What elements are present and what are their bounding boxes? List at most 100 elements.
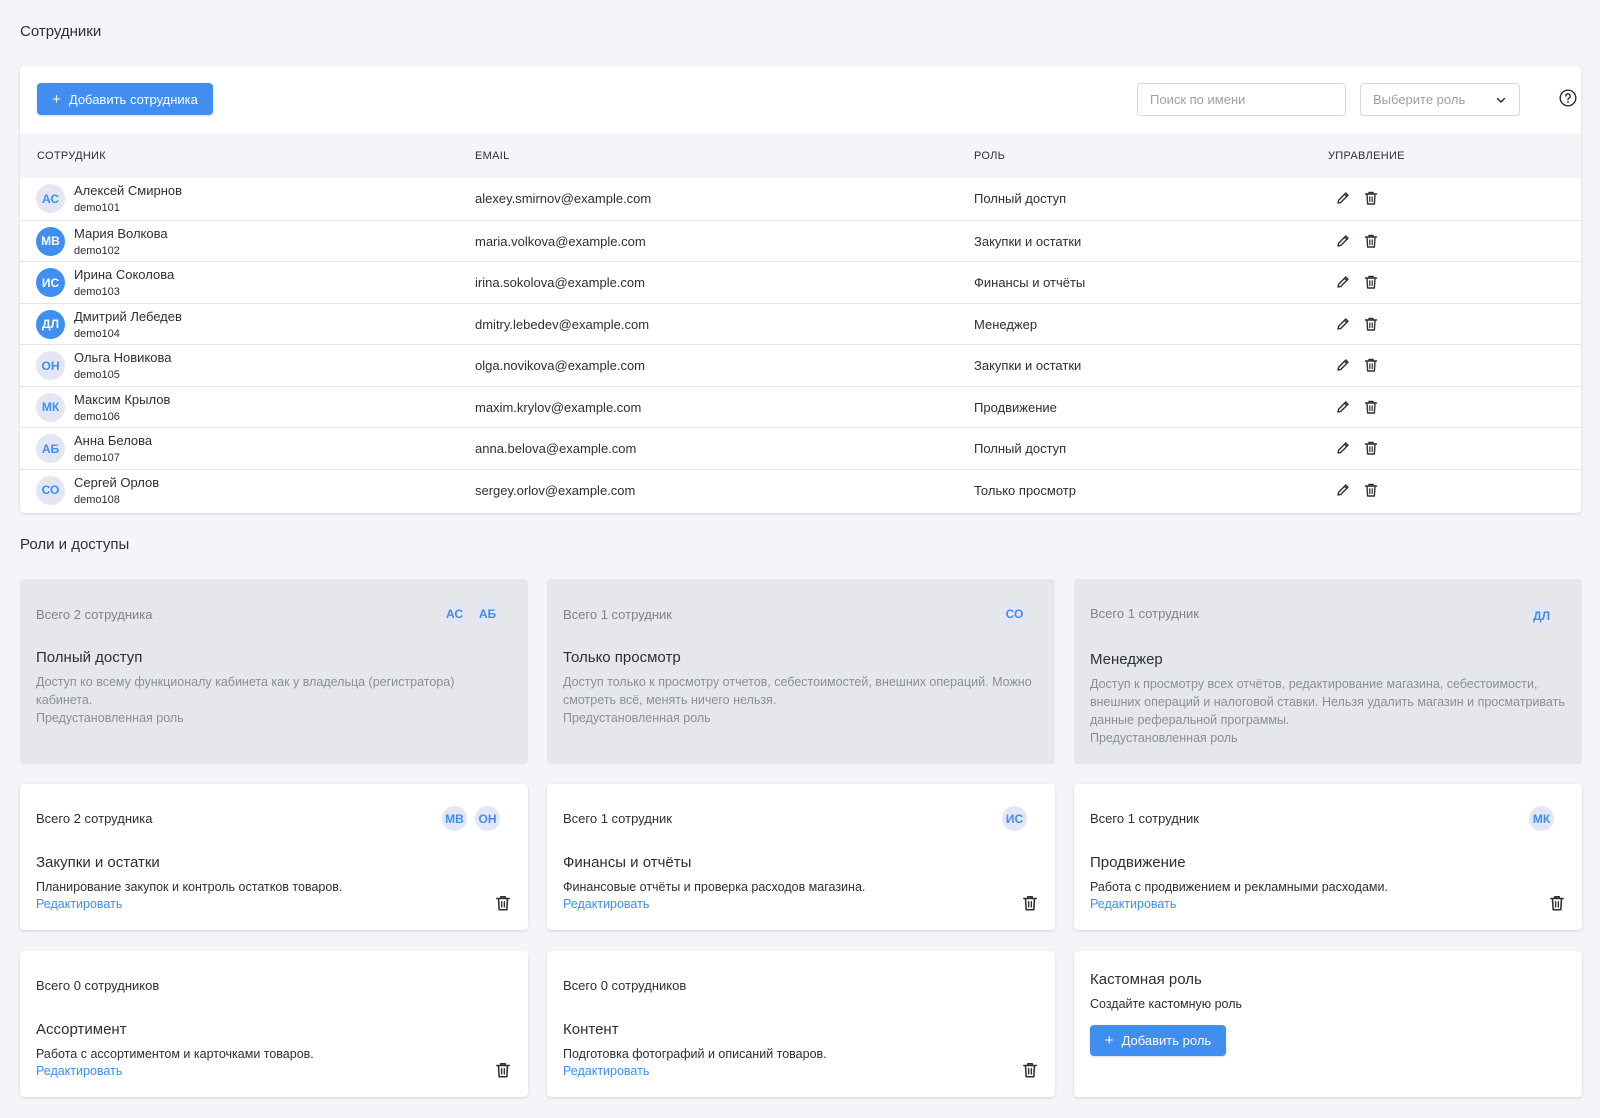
employee-login: demo102 — [74, 244, 120, 257]
trash-icon[interactable] — [1363, 190, 1379, 206]
role-description-text: Доступ только к просмотру отчетов, себес… — [563, 675, 1032, 707]
avatar: АБ — [36, 434, 65, 463]
role-note: Предустановленная роль — [563, 711, 711, 725]
role-title: Менеджер — [1090, 651, 1163, 668]
avatar: АБ — [473, 599, 502, 628]
avatar: МК — [36, 392, 65, 422]
role-card-preset: Всего 2 сотрудника АС АБ Полный доступ До… — [20, 579, 528, 764]
search-by-name-input[interactable] — [1137, 83, 1346, 116]
role-title: Закупки и остатки — [36, 854, 160, 871]
table-row: ДЛ Дмитрий Лебедев demo104 dmitry.lebede… — [20, 302, 1581, 345]
trash-icon[interactable] — [1021, 894, 1039, 912]
employee-login: demo106 — [74, 410, 120, 423]
role-description: Планирование закупок и контроль остатков… — [36, 880, 343, 894]
employee-role: Только просмотр — [974, 482, 1076, 498]
employee-email: anna.belova@example.com — [475, 441, 637, 456]
edit-role-link[interactable]: Редактировать — [36, 1064, 122, 1078]
trash-icon[interactable] — [1021, 1061, 1039, 1079]
pencil-icon[interactable] — [1335, 482, 1351, 498]
trash-icon[interactable] — [494, 1061, 512, 1079]
pencil-icon[interactable] — [1335, 316, 1351, 332]
add-employee-button-label: Добавить сотрудника — [68, 91, 198, 107]
pencil-icon[interactable] — [1335, 399, 1351, 415]
avatar: ОН — [36, 351, 65, 380]
role-member-avatars: СО — [1000, 599, 1029, 628]
role-select-placeholder: Выберите роль — [1373, 92, 1466, 107]
avatar: ИС — [36, 268, 65, 297]
employee-name: Максим Крылов — [74, 391, 171, 407]
employee-role: Закупки и остатки — [974, 358, 1082, 373]
role-select[interactable]: Выберите роль — [1360, 83, 1520, 116]
employee-email: sergey.orlov@example.com — [475, 482, 636, 498]
role-description: Работа с ассортиментом и карточками това… — [36, 1047, 314, 1061]
role-member-count: Всего 2 сотрудника — [36, 811, 153, 826]
role-member-count: Всего 0 сотрудников — [36, 978, 160, 993]
role-member-count: Всего 1 сотрудник — [563, 811, 672, 826]
pencil-icon[interactable] — [1335, 440, 1351, 456]
table-row: АС Алексей Смирнов demo101 alexey.smirno… — [20, 178, 1581, 220]
employee-login: demo105 — [74, 369, 120, 381]
help-icon[interactable] — [1559, 89, 1577, 107]
employee-email: dmitry.lebedev@example.com — [475, 316, 650, 332]
employee-login: demo104 — [74, 327, 120, 340]
edit-role-link[interactable]: Редактировать — [563, 1064, 649, 1078]
pencil-icon[interactable] — [1335, 274, 1351, 290]
trash-icon[interactable] — [1548, 894, 1566, 912]
employee-email: alexey.smirnov@example.com — [475, 191, 652, 206]
role-description: Доступ к просмотру всех отчётов, редакти… — [1090, 675, 1566, 747]
role-member-count: Всего 0 сотрудников — [563, 978, 687, 993]
add-role-button-label: Добавить роль — [1121, 1033, 1212, 1048]
employee-email: maria.volkova@example.com — [475, 233, 646, 249]
employee-role: Финансы и отчёты — [974, 275, 1086, 290]
table-header: СОТРУДНИК EMAIL РОЛЬ УПРАВЛЕНИЕ — [20, 133, 1581, 178]
role-description: Доступ ко всему функционалу кабинета как… — [36, 673, 512, 727]
trash-icon[interactable] — [1363, 482, 1379, 498]
role-description: Работа с продвижением и рекламными расхо… — [1090, 880, 1388, 894]
avatar: ОН — [473, 804, 502, 833]
table-row: МК Максим Крылов demo106 maxim.krylov@ex… — [20, 385, 1581, 428]
role-title: Продвижение — [1090, 854, 1186, 871]
role-description-text: Доступ к просмотру всех отчётов, редакти… — [1090, 677, 1565, 727]
chevron-down-icon — [1496, 97, 1506, 103]
trash-icon[interactable] — [1363, 399, 1379, 415]
role-card-custom: Всего 1 сотрудник ИС Финансы и отчёты Фи… — [547, 784, 1055, 930]
trash-icon[interactable] — [1363, 440, 1379, 456]
employees-section-title: Сотрудники — [20, 23, 102, 40]
role-note: Предустановленная роль — [36, 711, 184, 725]
trash-icon[interactable] — [1363, 316, 1379, 332]
role-member-count: Всего 2 сотрудника — [36, 607, 153, 622]
role-description: Подготовка фотографий и описаний товаров… — [563, 1047, 827, 1061]
trash-icon[interactable] — [1363, 357, 1379, 373]
avatar: СО — [36, 475, 65, 505]
trash-icon[interactable] — [1363, 233, 1379, 249]
edit-role-link[interactable]: Редактировать — [36, 897, 122, 911]
trash-icon[interactable] — [1363, 274, 1379, 290]
custom-role-title: Кастомная роль — [1090, 971, 1202, 988]
trash-icon[interactable] — [494, 894, 512, 912]
employees-toolbar: + Добавить сотрудника Выберите роль — [20, 66, 1581, 133]
edit-role-link[interactable]: Редактировать — [563, 897, 649, 911]
employee-email: maxim.krylov@example.com — [475, 399, 642, 415]
pencil-icon[interactable] — [1335, 190, 1351, 206]
add-role-button[interactable]: + Добавить роль — [1090, 1025, 1226, 1056]
role-description: Финансовые отчёты и проверка расходов ма… — [563, 880, 866, 894]
avatar: МВ — [36, 226, 65, 256]
role-card-preset: Всего 1 сотрудник ДЛ Менеджер Доступ к п… — [1074, 579, 1582, 764]
plus-icon: + — [52, 90, 61, 108]
role-title: Контент — [563, 1021, 619, 1038]
create-custom-role-card: Кастомная роль Создайте кастомную роль +… — [1074, 951, 1582, 1097]
pencil-icon[interactable] — [1335, 357, 1351, 373]
employee-name: Ирина Соколова — [74, 267, 175, 282]
avatar: ДЛ — [1527, 601, 1556, 630]
employee-role: Полный доступ — [974, 191, 1067, 206]
role-title: Финансы и отчёты — [563, 854, 692, 871]
pencil-icon[interactable] — [1335, 233, 1351, 249]
edit-role-link[interactable]: Редактировать — [1090, 897, 1176, 911]
role-member-avatars: АС АБ — [440, 599, 502, 628]
column-header-management: УПРАВЛЕНИЕ — [1328, 150, 1405, 162]
add-employee-button[interactable]: + Добавить сотрудника — [37, 83, 213, 115]
roles-section-title: Роли и доступы — [20, 536, 130, 553]
employees-card: + Добавить сотрудника Выберите роль СОТР… — [20, 66, 1581, 513]
role-title: Только просмотр — [563, 649, 681, 666]
role-member-avatars: МК — [1527, 804, 1556, 833]
